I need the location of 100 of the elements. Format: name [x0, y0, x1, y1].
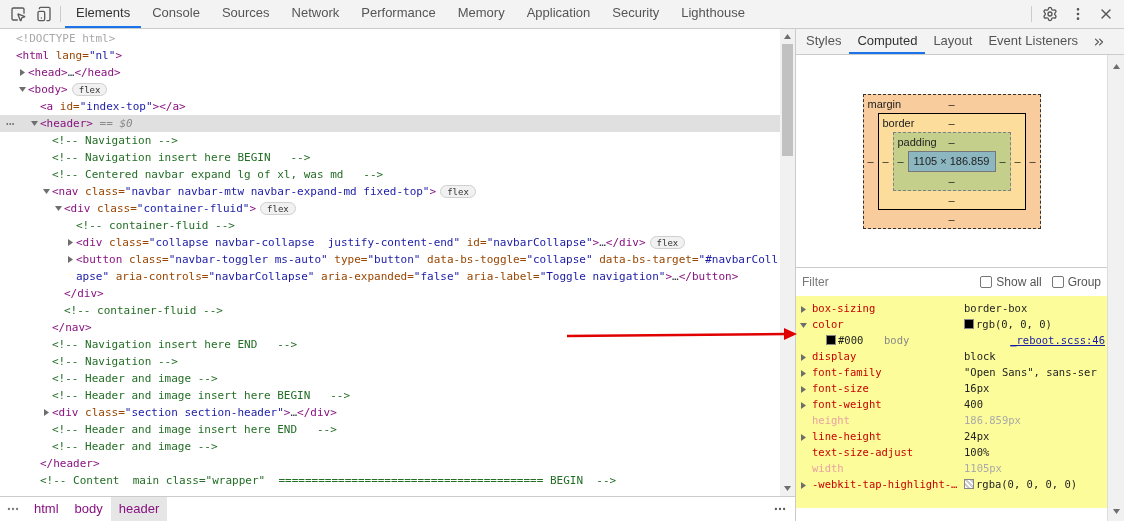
panel-tab[interactable]: Memory	[446, 0, 516, 28]
collapsed-triangle-icon[interactable]	[800, 385, 807, 393]
code-line[interactable]: <!-- Header and image insert here BEGIN -->	[52, 387, 350, 404]
panel-tab[interactable]: Application	[515, 0, 602, 28]
source-link[interactable]: _reboot.scss:46	[1010, 333, 1107, 349]
collapsed-triangle-icon[interactable]	[800, 353, 807, 361]
tree-row[interactable]: <!-- Header and image -->	[0, 370, 780, 387]
code-line[interactable]: <!-- Header and image insert here END -->	[52, 421, 337, 438]
tree-row[interactable]: <html lang="nl">	[0, 47, 780, 64]
tree-row[interactable]: <!-- Header and image insert here END -->	[0, 421, 780, 438]
sidebar-tab[interactable]: Computed	[849, 29, 926, 54]
panel-tab[interactable]: Console	[141, 0, 211, 28]
code-line[interactable]: <!-- Navigation -->	[52, 353, 178, 370]
code-line[interactable]: <button class="navbar-toggler ms-auto" type="button" data-bs-toggle="collapse" data-bs-target="#navbarCollapse" aria-controls="navbarCollapse" aria-expanded="false" aria-label="Toggle navigation">…</button>	[76, 251, 780, 285]
scroll-down-icon[interactable]	[784, 485, 791, 492]
device-icon[interactable]	[36, 6, 52, 22]
expanded-triangle-icon[interactable]	[18, 86, 26, 93]
breadcrumb[interactable]: body	[66, 497, 111, 521]
panel-tab[interactable]: Performance	[350, 0, 447, 28]
code-line[interactable]: </header>	[40, 455, 100, 472]
expanded-triangle-icon[interactable]	[42, 188, 50, 195]
tree-row[interactable]: <head>…</head>	[0, 64, 780, 81]
tree-row[interactable]: <nav class="navbar navbar-mtw navbar-expand-md fixed-top"> flex	[0, 183, 780, 200]
breadcrumb[interactable]: html	[26, 497, 67, 521]
code-line[interactable]: <header> == $0	[40, 115, 133, 132]
scrollbar[interactable]	[780, 29, 795, 496]
code-line[interactable]: </nav>	[52, 319, 92, 336]
collapsed-triangle-icon[interactable]	[18, 69, 26, 76]
code-line[interactable]: <!-- Navigation insert here END -->	[52, 336, 298, 353]
collapsed-triangle-icon[interactable]	[800, 305, 807, 313]
tree-row[interactable]: <!-- Navigation insert here BEGIN -->	[0, 149, 780, 166]
tree-row[interactable]: <!-- Header and image insert here BEGIN -->	[0, 387, 780, 404]
inspect-icon[interactable]	[10, 6, 26, 22]
scrollbar[interactable]	[1107, 55, 1124, 521]
tree-row[interactable]: <!-- Navigation -->	[0, 353, 780, 370]
tree-row[interactable]: <!-- container-fluid -->	[0, 302, 780, 319]
code-line[interactable]: <!-- Content main class="wrapper" ======================================== BEGIN -->	[40, 472, 617, 489]
code-line[interactable]: <div class="container-fluid">	[64, 200, 257, 217]
tree-row[interactable]: <body> flex	[0, 81, 780, 98]
code-line[interactable]: <div class="section section-header">…</div>	[52, 404, 337, 421]
scroll-up-icon[interactable]	[784, 33, 791, 40]
expanded-triangle-icon[interactable]	[54, 205, 62, 212]
expanded-triangle-icon[interactable]	[800, 321, 807, 329]
panel-tab[interactable]: Network	[280, 0, 351, 28]
tree-row[interactable]: <!-- Navigation insert here END -->	[0, 336, 780, 353]
checkbox-label[interactable]: Group	[1067, 273, 1101, 291]
checkbox[interactable]	[1051, 276, 1064, 288]
tree-row[interactable]: <!-- Content main class="wrapper" ======================================== BEGIN -->	[0, 472, 780, 489]
tree-row[interactable]: <div class="container-fluid"> flex	[0, 200, 780, 217]
flex-badge[interactable]: flex	[649, 236, 686, 249]
code-line[interactable]: <!-- Centered navbar expand lg of xl, was md -->	[52, 166, 384, 183]
color-swatch[interactable]	[826, 335, 836, 346]
selected-row[interactable]: <header> == $0	[0, 115, 780, 132]
code-line[interactable]: <div class="collapse navbar-collapse justify-content-end" id="navbarCollapse">…</div>	[76, 234, 646, 251]
breadcrumb[interactable]: header	[110, 497, 168, 521]
scrollbar-thumb[interactable]	[782, 44, 793, 156]
sidebar-tab[interactable]: Styles	[798, 29, 850, 54]
flex-badge[interactable]: flex	[71, 83, 108, 96]
filter-field[interactable]: Filter	[802, 273, 971, 291]
tree-row[interactable]: <!-- Centered navbar expand lg of xl, was md -->	[0, 166, 780, 183]
code-line[interactable]: <!-- Navigation insert here BEGIN -->	[52, 149, 311, 166]
collapsed-triangle-icon[interactable]	[800, 481, 807, 489]
panel-tab[interactable]: Sources	[210, 0, 281, 28]
flex-badge[interactable]: flex	[260, 202, 296, 215]
collapsed-triangle-icon[interactable]	[66, 239, 74, 246]
scroll-down-icon[interactable]	[1112, 508, 1120, 515]
code-line[interactable]: <html lang="nl">	[16, 47, 122, 64]
collapsed-triangle-icon[interactable]	[66, 256, 74, 263]
code-line[interactable]: </div>	[64, 285, 104, 302]
code-line[interactable]: <!-- container-fluid -->	[76, 217, 235, 234]
code-line[interactable]: <!-- Header and image -->	[52, 370, 218, 387]
panel-tab[interactable]: Elements	[65, 0, 142, 28]
checkbox-label[interactable]: Show all	[996, 273, 1042, 291]
tree-row[interactable]: <!-- Header and image -->	[0, 438, 780, 455]
tree-row[interactable]: <div class="section section-header">…</div>	[0, 404, 780, 421]
flex-badge[interactable]: flex	[440, 185, 476, 198]
code-line[interactable]: <body>	[28, 81, 68, 98]
collapsed-triangle-icon[interactable]	[800, 433, 807, 441]
collapsed-triangle-icon[interactable]	[800, 401, 807, 409]
tree-row[interactable]: <div class="collapse navbar-collapse justify-content-end" id="navbarCollapse">…</div> flex	[0, 234, 780, 251]
collapsed-triangle-icon[interactable]	[42, 409, 50, 416]
checkbox[interactable]	[980, 276, 993, 288]
code-line[interactable]: <!-- container-fluid -->	[64, 302, 223, 319]
tree-row[interactable]: <!-- container-fluid -->	[0, 217, 780, 234]
panel-tab[interactable]: Lighthouse	[670, 0, 756, 28]
sidebar-tab[interactable]: Layout	[925, 29, 981, 54]
panel-tab[interactable]: Security	[601, 0, 671, 28]
sidebar-tab[interactable]: Event Listeners	[980, 29, 1087, 54]
expanded-triangle-icon[interactable]	[30, 120, 38, 127]
code-line[interactable]: <a id="index-top"></a>	[40, 98, 186, 115]
settings-icon[interactable]	[1042, 6, 1058, 22]
color-swatch[interactable]	[964, 319, 974, 330]
code-line[interactable]: <head>…</head>	[28, 64, 121, 81]
scroll-up-icon[interactable]	[1112, 63, 1120, 70]
transparent-swatch[interactable]	[964, 479, 974, 490]
code-line[interactable]: <!-- Header and image -->	[52, 438, 218, 455]
tree-row[interactable]: <!-- Navigation -->	[0, 132, 780, 149]
code-line[interactable]: <nav class="navbar navbar-mtw navbar-expand-md fixed-top">	[52, 183, 437, 200]
code-line[interactable]: <!-- Navigation -->	[52, 132, 178, 149]
collapsed-triangle-icon[interactable]	[800, 369, 807, 377]
